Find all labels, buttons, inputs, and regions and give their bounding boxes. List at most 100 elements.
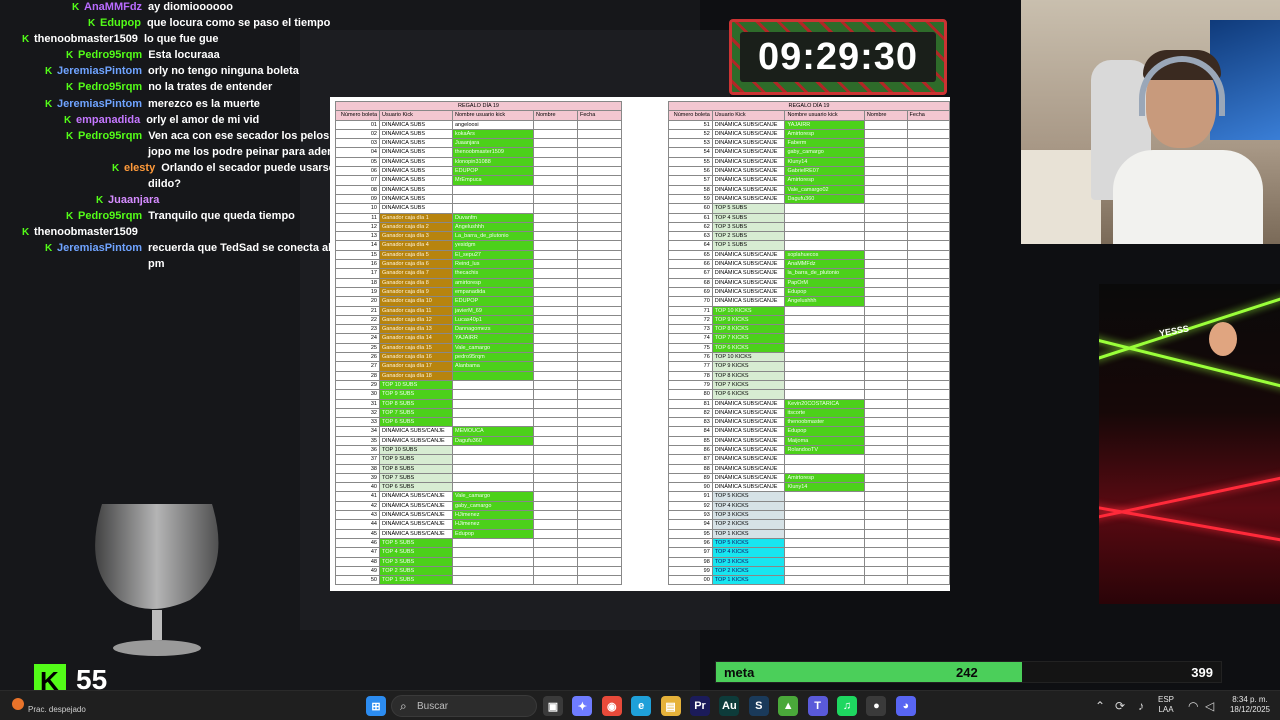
ticket-number-cell[interactable]: 33 bbox=[335, 417, 380, 428]
chat-username[interactable]: elesty bbox=[124, 162, 155, 174]
kick-user-cell[interactable]: TOP 8 SUBS bbox=[379, 398, 453, 409]
kick-user-cell[interactable]: TOP 3 SUBS bbox=[379, 556, 453, 567]
ticket-number-cell[interactable]: 83 bbox=[668, 417, 713, 428]
date-cell[interactable] bbox=[906, 351, 951, 363]
kick-user-cell[interactable]: DINÁMICA SUBS/CANJE bbox=[711, 249, 786, 261]
name-cell[interactable] bbox=[863, 510, 908, 521]
name-cell[interactable] bbox=[863, 166, 908, 177]
date-cell[interactable] bbox=[577, 389, 622, 400]
table-row[interactable]: 87 DINÁMICA SUBS/CANJE bbox=[668, 454, 951, 465]
kick-user-cell[interactable]: Ganador caja día 13 bbox=[379, 324, 453, 335]
chat-username[interactable]: Pedro95rqm bbox=[78, 210, 142, 222]
table-row[interactable]: 88 DINÁMICA SUBS/CANJE bbox=[668, 463, 951, 474]
kick-user-cell[interactable]: DINÁMICA SUBS/CANJE bbox=[711, 296, 786, 307]
name-cell[interactable] bbox=[863, 221, 908, 233]
name-cell[interactable] bbox=[533, 184, 578, 195]
table-row[interactable]: 98 TOP 3 KICKS bbox=[668, 556, 951, 567]
table-row[interactable]: 74 TOP 7 KICKS bbox=[668, 333, 951, 344]
kick-user-cell[interactable]: TOP 10 SUBS bbox=[379, 444, 453, 456]
name-cell[interactable] bbox=[533, 138, 578, 149]
kick-user-cell[interactable]: TOP 1 KICKS bbox=[711, 528, 786, 539]
kick-username-cell[interactable] bbox=[784, 361, 865, 372]
kick-user-cell[interactable]: Ganador caja día 7 bbox=[379, 268, 453, 279]
kick-username-cell[interactable] bbox=[784, 389, 865, 400]
table-row[interactable]: 83 DINÁMICA SUBS/CANJE thenoobmaster bbox=[668, 417, 951, 428]
kick-username-cell[interactable] bbox=[784, 314, 865, 326]
kick-user-cell[interactable]: Ganador caja día 14 bbox=[379, 333, 453, 344]
kick-username-cell[interactable] bbox=[452, 482, 534, 493]
table-row[interactable]: 31 TOP 8 SUBS bbox=[335, 398, 622, 409]
kick-username-cell[interactable]: AnaMMFdz bbox=[784, 259, 865, 270]
ticket-number-cell[interactable]: 78 bbox=[668, 370, 713, 381]
date-cell[interactable] bbox=[906, 212, 951, 223]
date-cell[interactable] bbox=[906, 379, 951, 391]
ticket-number-cell[interactable]: 74 bbox=[668, 333, 713, 344]
kick-user-cell[interactable]: TOP 10 KICKS bbox=[711, 305, 786, 316]
kick-user-cell[interactable]: DINÁMICA SUBS/CANJE bbox=[711, 407, 786, 419]
kick-user-cell[interactable]: Ganador caja día 2 bbox=[379, 221, 453, 233]
kick-user-cell[interactable]: TOP 6 SUBS bbox=[379, 482, 453, 493]
ticket-number-cell[interactable]: 57 bbox=[668, 175, 713, 186]
kick-username-cell[interactable]: Duvanfm bbox=[452, 212, 534, 223]
date-cell[interactable] bbox=[906, 166, 951, 177]
kick-user-cell[interactable]: Ganador caja día 17 bbox=[379, 361, 453, 372]
kick-username-cell[interactable] bbox=[452, 565, 534, 577]
table-row[interactable]: 78 TOP 8 KICKS bbox=[668, 370, 951, 381]
table-row[interactable]: 54 DINÁMICA SUBS/CANJE gaby_camargo bbox=[668, 147, 951, 158]
kick-user-cell[interactable]: DINÁMICA SUBS/CANJE bbox=[711, 472, 786, 484]
date-cell[interactable] bbox=[906, 249, 951, 261]
kick-user-cell[interactable]: DINÁMICA SUBS/CANJE bbox=[379, 491, 453, 502]
date-cell[interactable] bbox=[906, 510, 951, 521]
table-row[interactable]: 77 TOP 9 KICKS bbox=[668, 361, 951, 372]
name-cell[interactable] bbox=[863, 454, 908, 465]
table-row[interactable]: 91 TOP 5 KICKS bbox=[668, 491, 951, 502]
chat-username[interactable]: Juaanjara bbox=[108, 194, 159, 206]
table-row[interactable]: 39 TOP 7 SUBS bbox=[335, 472, 622, 484]
kick-user-cell[interactable]: TOP 5 SUBS bbox=[711, 203, 786, 214]
name-cell[interactable] bbox=[533, 240, 578, 251]
ticket-number-cell[interactable]: 41 bbox=[335, 491, 380, 502]
name-cell[interactable] bbox=[863, 444, 908, 456]
table-row[interactable]: 06 DINÁMICA SUBS EDUPOP bbox=[335, 166, 622, 177]
kick-user-cell[interactable]: TOP 7 KICKS bbox=[711, 333, 786, 344]
name-cell[interactable] bbox=[533, 277, 578, 288]
kick-user-cell[interactable]: DINÁMICA SUBS bbox=[379, 184, 453, 195]
kick-user-cell[interactable]: TOP 8 KICKS bbox=[711, 370, 786, 381]
table-row[interactable]: 17 Ganador caja día 7 thecachis bbox=[335, 268, 622, 279]
name-cell[interactable] bbox=[533, 314, 578, 326]
name-cell[interactable] bbox=[863, 147, 908, 158]
date-cell[interactable] bbox=[906, 231, 951, 242]
name-cell[interactable] bbox=[863, 389, 908, 400]
kick-username-cell[interactable] bbox=[452, 417, 534, 428]
date-cell[interactable] bbox=[906, 342, 951, 354]
date-cell[interactable] bbox=[906, 482, 951, 493]
ticket-number-cell[interactable]: 14 bbox=[335, 240, 380, 251]
name-cell[interactable] bbox=[863, 231, 908, 242]
date-cell[interactable] bbox=[906, 147, 951, 158]
table-row[interactable]: 02 DINÁMICA SUBS kokaArs bbox=[335, 128, 622, 140]
name-cell[interactable] bbox=[863, 259, 908, 270]
name-cell[interactable] bbox=[533, 435, 578, 447]
name-cell[interactable] bbox=[533, 565, 578, 577]
ticket-number-cell[interactable]: 98 bbox=[668, 556, 713, 567]
kick-username-cell[interactable] bbox=[784, 305, 865, 316]
ticket-number-cell[interactable]: 03 bbox=[335, 138, 380, 149]
table-row[interactable]: 99 TOP 2 KICKS bbox=[668, 565, 951, 577]
kick-username-cell[interactable]: Juaanjara bbox=[452, 138, 534, 149]
chrome-icon[interactable]: ◉ bbox=[601, 696, 622, 716]
name-cell[interactable] bbox=[533, 342, 578, 354]
kick-user-cell[interactable]: DINÁMICA SUBS/CANJE bbox=[379, 510, 453, 521]
kick-user-cell[interactable]: TOP 4 SUBS bbox=[379, 547, 453, 558]
clock[interactable]: 8:34 p. m. 18/12/2025 bbox=[1228, 695, 1272, 715]
network-icon[interactable]: ⟳ bbox=[1115, 699, 1125, 713]
name-cell[interactable] bbox=[533, 286, 578, 298]
ticket-number-cell[interactable]: 76 bbox=[668, 351, 713, 363]
date-cell[interactable] bbox=[906, 435, 951, 447]
table-row[interactable]: 08 DINÁMICA SUBS bbox=[335, 184, 622, 195]
name-cell[interactable] bbox=[533, 175, 578, 186]
kick-user-cell[interactable]: Ganador caja día 4 bbox=[379, 240, 453, 251]
kick-user-cell[interactable]: DINÁMICA SUBS bbox=[379, 166, 453, 177]
volume-icon[interactable]: ◁ bbox=[1205, 699, 1214, 713]
ticket-number-cell[interactable]: 99 bbox=[668, 565, 713, 577]
kick-user-cell[interactable]: DINÁMICA SUBS/CANJE bbox=[711, 426, 786, 437]
